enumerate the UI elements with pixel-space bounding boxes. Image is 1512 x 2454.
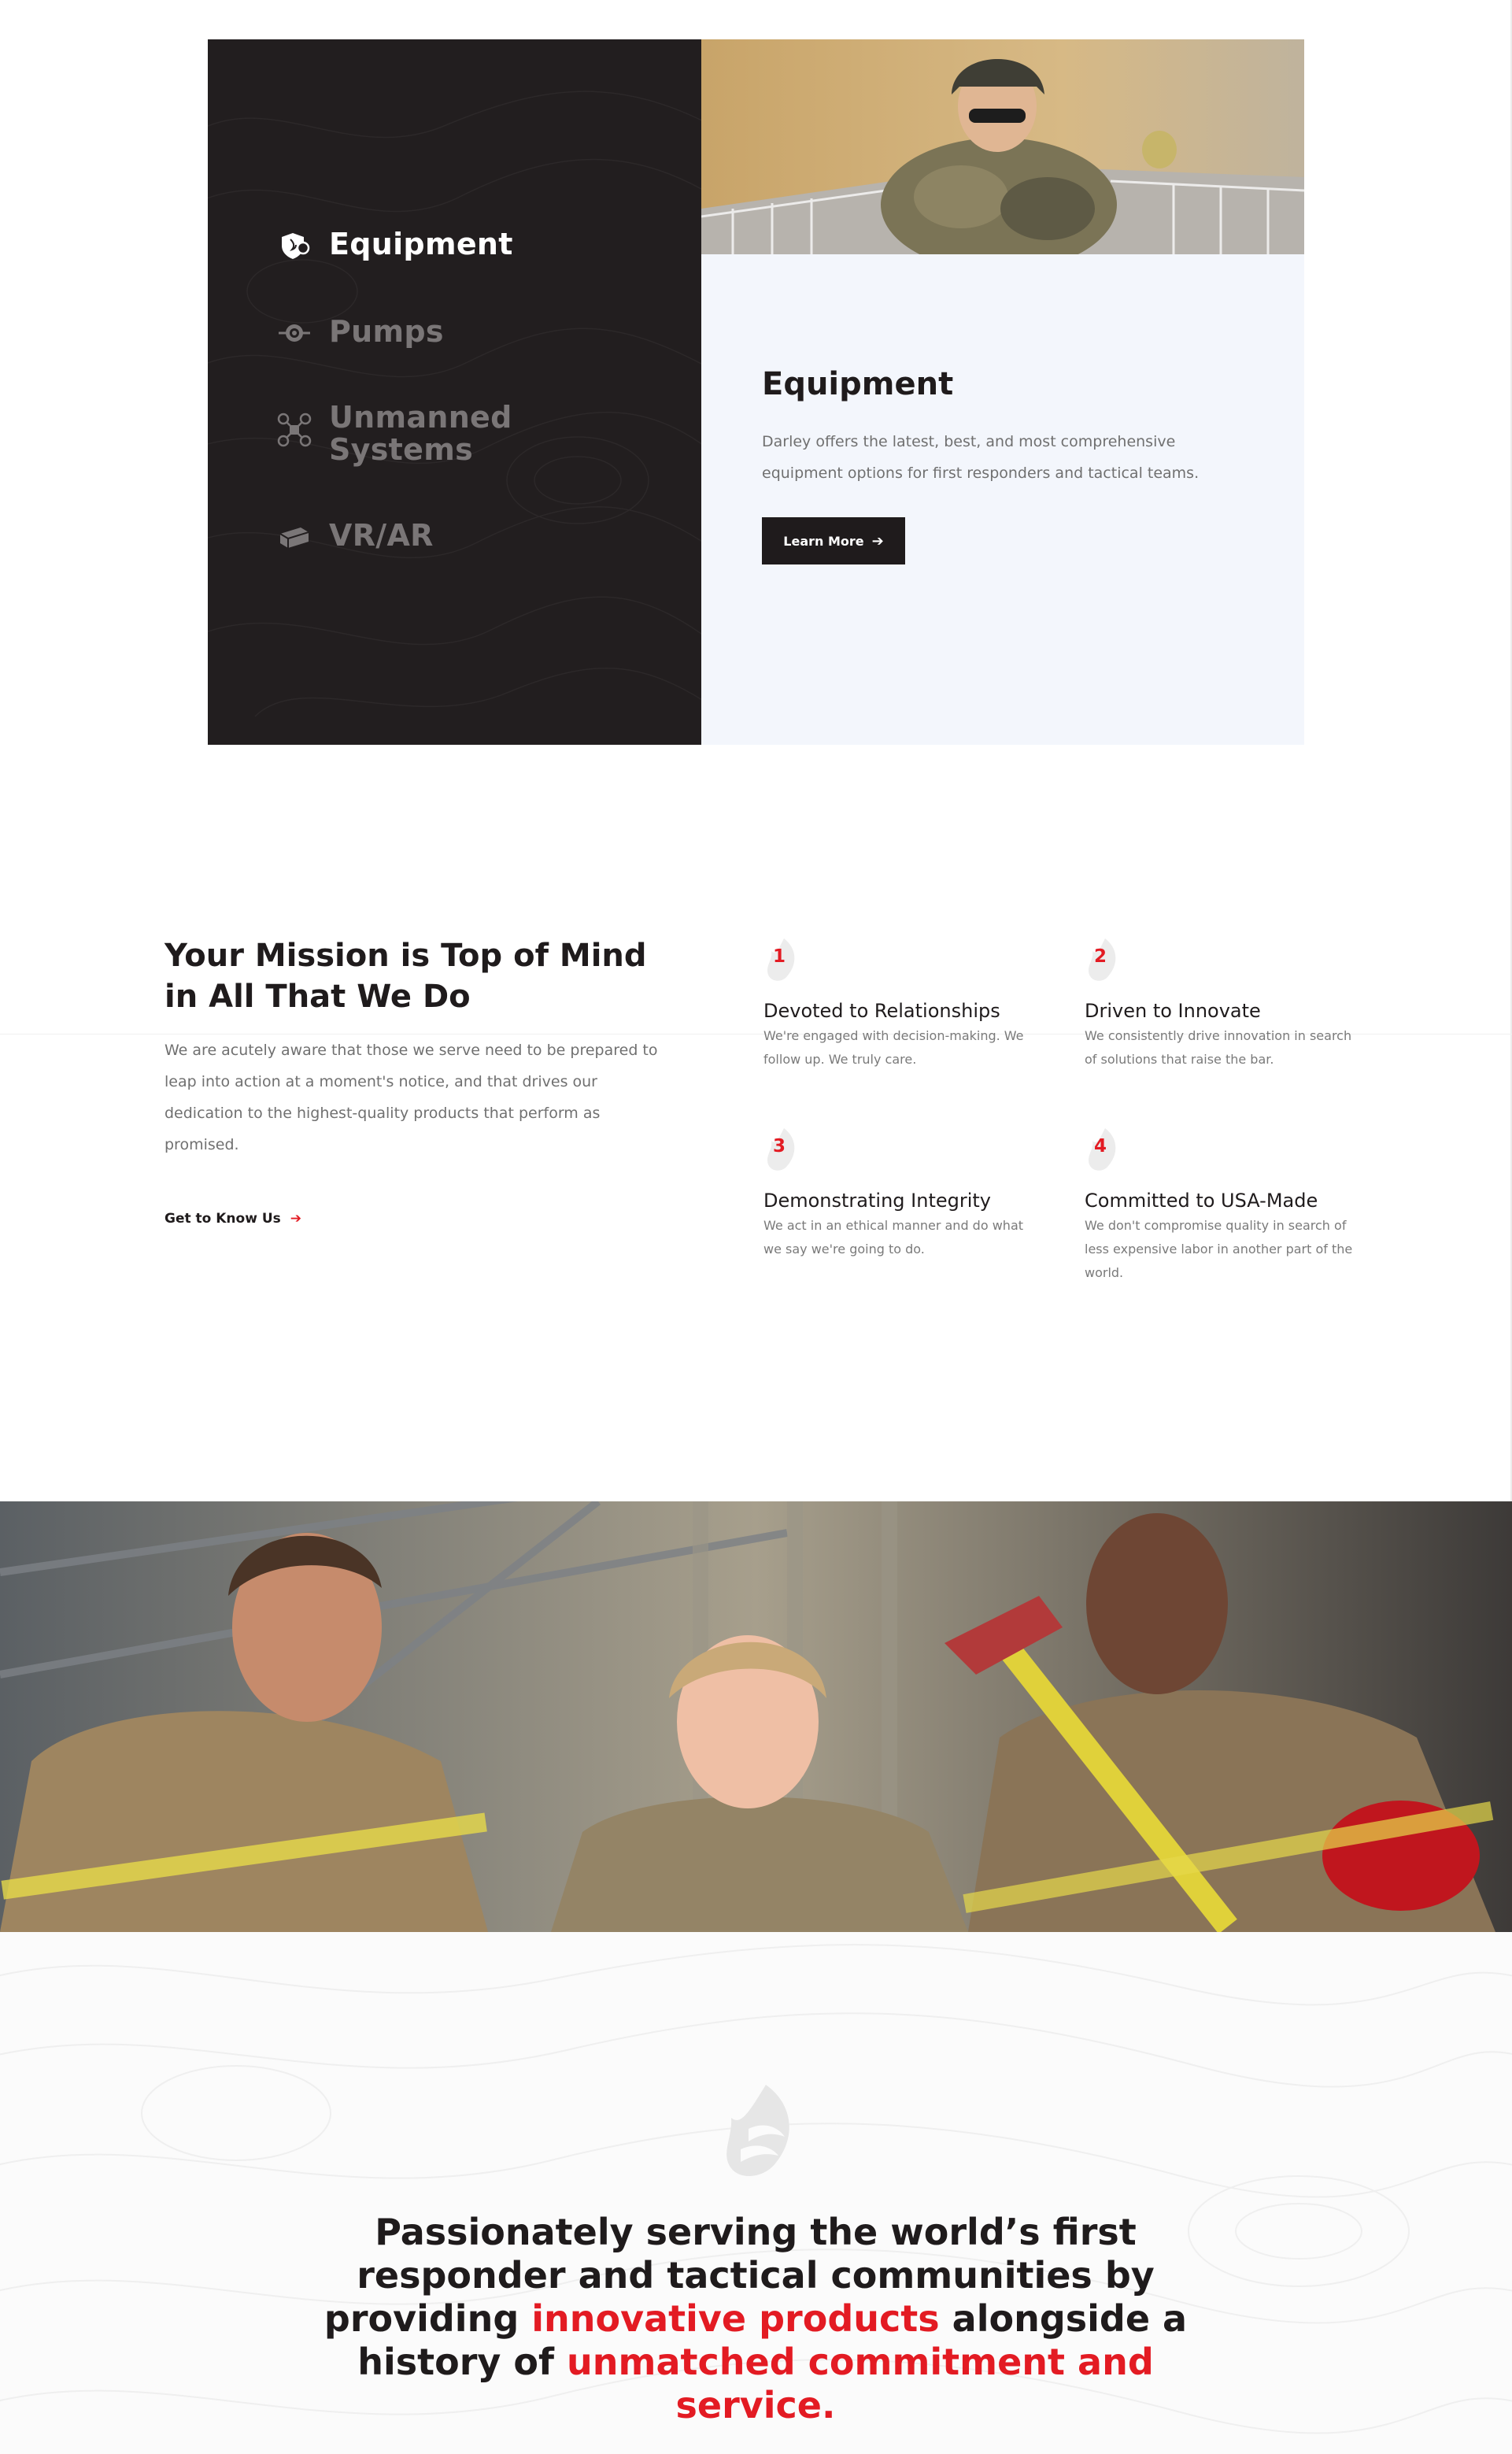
value-item: 3 Demonstrating Integrity We act in an e… xyxy=(763,1127,1035,1261)
detail-title: Equipment xyxy=(762,366,954,402)
learn-more-label: Learn More xyxy=(783,533,864,549)
darley-flame-logo xyxy=(726,2085,789,2177)
mission-title: Your Mission is Top of Mind in All That … xyxy=(165,938,647,1015)
flame-number-badge: 3 xyxy=(763,1127,798,1174)
category-label-unmanned-systems: Unmanned Systems xyxy=(329,400,512,467)
statement-highlight: innovative products xyxy=(531,2297,940,2340)
value-title: Committed to USA-Made xyxy=(1085,1190,1318,1212)
statement-section: Passionately serving the world’s first r… xyxy=(0,1932,1512,2454)
category-item-unmanned-systems[interactable]: Unmanned Systems xyxy=(277,402,534,466)
value-item: 1 Devoted to Relationships We're engaged… xyxy=(763,937,1035,1072)
category-item-pumps[interactable]: Pumps xyxy=(277,316,444,350)
firefighter-team-photo xyxy=(0,1501,1512,1932)
value-description: We're engaged with decision-making. We f… xyxy=(763,1028,1024,1067)
pump-icon xyxy=(279,324,310,342)
value-title: Driven to Innovate xyxy=(1085,1000,1261,1022)
value-number: 4 xyxy=(1094,1136,1107,1157)
category-label-equipment: Equipment xyxy=(329,227,513,261)
value-item: 4 Committed to USA-Made We don't comprom… xyxy=(1085,1127,1356,1285)
value-title: Devoted to Relationships xyxy=(763,1000,1000,1022)
category-panel: Equipment Pumps Unmanned Systems VR/AR E… xyxy=(208,39,1304,745)
get-to-know-us-label: Get to Know Us xyxy=(165,1211,281,1227)
shield-fire-icon xyxy=(282,233,310,259)
category-menu: Equipment Pumps Unmanned Systems VR/AR xyxy=(208,39,701,745)
learn-more-button[interactable]: Learn More ➔ xyxy=(762,517,905,564)
value-item: 2 Driven to Innovate We consistently dri… xyxy=(1085,937,1356,1072)
value-description: We don't compromise quality in search of… xyxy=(1085,1218,1353,1280)
category-item-vr-ar[interactable]: VR/AR xyxy=(277,520,434,554)
mission-body: We are acutely aware that those we serve… xyxy=(165,1042,658,1153)
flame-number-badge: 2 xyxy=(1085,937,1119,984)
category-label-pumps: Pumps xyxy=(329,314,444,349)
mission-statement: Passionately serving the world’s first r… xyxy=(283,2211,1228,2427)
category-detail: Equipment Darley offers the latest, best… xyxy=(701,254,1304,745)
value-description: We consistently drive innovation in sear… xyxy=(1085,1028,1352,1067)
detail-description: Darley offers the latest, best, and most… xyxy=(762,433,1200,482)
category-item-equipment[interactable]: Equipment xyxy=(277,228,513,263)
arrow-right-icon: ➔ xyxy=(871,532,884,550)
flame-number-badge: 1 xyxy=(763,937,798,984)
vr-headset-icon xyxy=(279,527,309,548)
flame-number-badge: 4 xyxy=(1085,1127,1119,1174)
get-to-know-us-link[interactable]: Get to Know Us ➔ xyxy=(165,1211,301,1227)
firefighter-climbing-photo xyxy=(701,39,1304,254)
value-title: Demonstrating Integrity xyxy=(763,1190,992,1212)
drone-icon xyxy=(277,413,312,447)
category-label-vr-ar: VR/AR xyxy=(329,518,434,553)
value-number: 3 xyxy=(773,1136,786,1157)
value-number: 2 xyxy=(1094,946,1107,967)
topographic-pattern xyxy=(208,91,701,717)
arrow-right-icon: ➔ xyxy=(290,1211,302,1227)
value-number: 1 xyxy=(773,946,786,967)
value-description: We act in an ethical manner and do what … xyxy=(763,1218,1024,1257)
statement-highlight: unmatched commitment and service. xyxy=(567,2341,1154,2426)
